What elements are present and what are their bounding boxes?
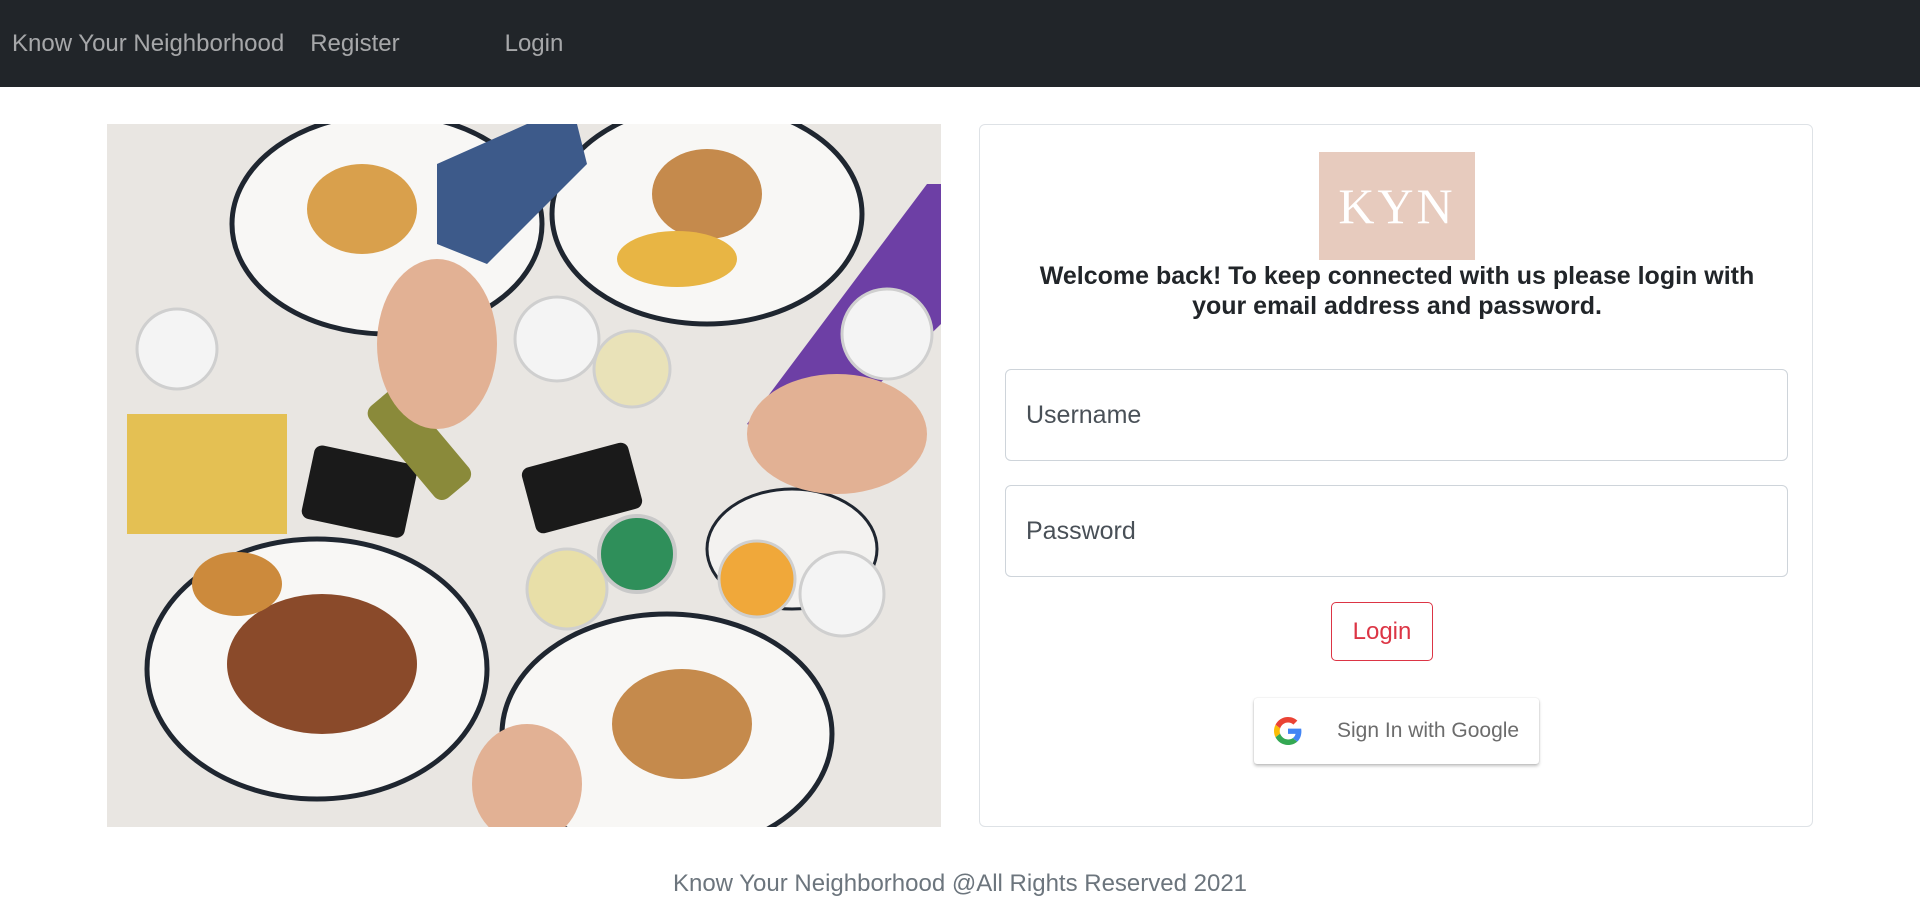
- google-icon: [1274, 717, 1302, 745]
- register-link[interactable]: Register: [310, 30, 399, 58]
- food-table-photo: [107, 124, 941, 827]
- welcome-message: Welcome back! To keep connected with us …: [1039, 262, 1755, 320]
- login-button[interactable]: Login: [1331, 602, 1433, 661]
- brand-link[interactable]: Know Your Neighborhood: [12, 30, 284, 58]
- footer-copyright: Know Your Neighborhood @All Rights Reser…: [672, 870, 1248, 897]
- kyn-logo: KYN: [1319, 152, 1475, 260]
- login-card: KYN Welcome back! To keep connected with…: [979, 124, 1813, 827]
- login-link[interactable]: Login: [505, 30, 564, 58]
- password-input[interactable]: [1005, 485, 1788, 577]
- google-signin-button[interactable]: Sign In with Google: [1254, 698, 1539, 764]
- navbar: Know Your Neighborhood Register Login: [0, 0, 1920, 87]
- username-input[interactable]: [1005, 369, 1788, 461]
- google-signin-label: Sign In with Google: [1337, 719, 1520, 742]
